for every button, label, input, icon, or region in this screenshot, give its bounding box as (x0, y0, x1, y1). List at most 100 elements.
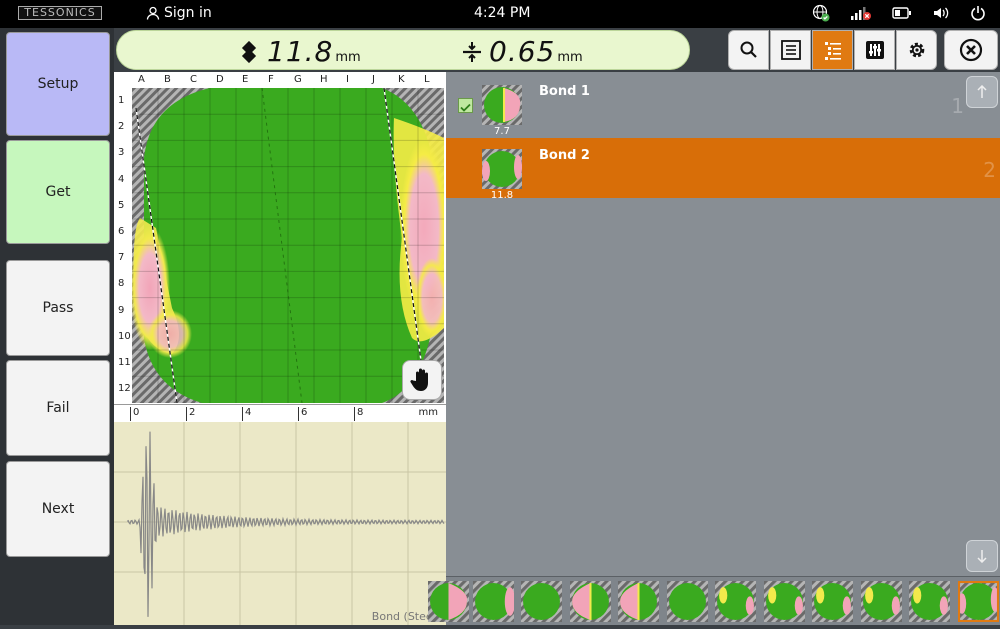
bond-value: 11.8 (490, 190, 514, 201)
system-status-icons (812, 4, 986, 22)
settings-button[interactable] (896, 30, 937, 70)
bond-list-item[interactable]: 7.7 Bond 1 1 (446, 74, 1000, 137)
thickness-readout: 11.8 mm (237, 35, 361, 68)
bond-list-panel: 7.7 Bond 1 1 11.8 Bond 2 2 (446, 72, 1000, 576)
globe-check-icon (812, 4, 830, 22)
bond-thumbnail (482, 149, 522, 189)
ruler-tick: 8 (354, 407, 363, 421)
ruler-tick: 0 (130, 407, 139, 421)
c-scan-image[interactable] (132, 88, 444, 403)
column-label: J (372, 74, 375, 85)
ruler-unit: mm (418, 407, 438, 418)
fail-button[interactable]: Fail (6, 360, 110, 456)
row-label: 6 (118, 226, 125, 237)
bond-thumbnail-strip (428, 576, 1000, 625)
column-label: K (398, 74, 405, 85)
indentation-unit: mm (557, 50, 583, 65)
clock: 4:24 PM (474, 5, 531, 21)
next-button[interactable]: Next (6, 461, 110, 557)
scroll-up-button[interactable] (966, 76, 998, 108)
strip-thumbnail[interactable] (428, 581, 469, 622)
column-header: A B C D E F G H I J K L (132, 73, 444, 88)
column-label: E (242, 74, 249, 85)
strip-thumbnail[interactable] (860, 581, 902, 622)
scroll-down-button[interactable] (966, 540, 998, 572)
main-toolbar (728, 30, 937, 70)
row-label: 4 (118, 173, 125, 185)
list-button[interactable] (770, 30, 811, 70)
bond-list-item-selected[interactable]: 11.8 Bond 2 2 (446, 138, 1000, 201)
column-label: A (138, 74, 145, 85)
thickness-unit: mm (335, 50, 361, 65)
strip-thumbnail[interactable] (569, 581, 611, 622)
pan-hand-button[interactable] (402, 360, 442, 400)
arrow-down-icon (977, 550, 987, 563)
column-label: B (164, 74, 171, 85)
column-label: D (216, 74, 224, 85)
bond-value: 7.7 (494, 126, 510, 137)
indentation-readout: 0.65 mm (461, 35, 583, 68)
ruler-tick: 6 (298, 407, 307, 421)
row-header: 1 2 3 4 5 6 7 8 9 10 11 12 (114, 88, 132, 404)
bond-index: 1 (951, 94, 964, 118)
arrow-up-icon (977, 85, 987, 98)
close-icon (959, 38, 983, 62)
strip-thumbnail[interactable] (666, 581, 708, 622)
adjust-button[interactable] (854, 30, 895, 70)
bond-thumbnail (482, 85, 522, 125)
row-label: 3 (118, 147, 125, 159)
a-scan-ruler: mm 0 2 4 6 8 (114, 404, 446, 422)
measurement-bar: 11.8 mm 0.65 mm (116, 30, 690, 70)
strip-thumbnail[interactable] (521, 581, 562, 622)
strip-thumbnail[interactable] (715, 581, 756, 622)
hand-icon (410, 368, 428, 391)
strip-thumbnail[interactable] (957, 581, 999, 622)
row-label: 7 (118, 252, 125, 264)
settings-icon (909, 42, 924, 58)
close-button[interactable] (944, 30, 998, 70)
sign-in-label: Sign in (164, 5, 212, 21)
setup-button[interactable]: Setup (6, 32, 110, 136)
row-label: 10 (118, 330, 131, 342)
bond-index: 2 (983, 158, 996, 182)
user-icon (146, 6, 160, 20)
adjust-icon (865, 41, 884, 59)
get-button[interactable]: Get (6, 140, 110, 244)
column-label: C (190, 74, 197, 85)
left-navigation: Setup Get Pass Fail Next (0, 28, 114, 625)
check-icon (460, 103, 471, 112)
indentation-value: 0.65 (489, 35, 556, 68)
row-label: 11 (118, 357, 131, 368)
search-button[interactable] (728, 30, 769, 70)
bond-list-button[interactable] (812, 30, 853, 70)
row-label: 8 (118, 278, 125, 290)
column-label: I (346, 74, 349, 85)
ruler-tick: 4 (242, 407, 251, 421)
bond-name: Bond 2 (539, 148, 590, 163)
column-label: G (294, 74, 302, 85)
strip-thumbnail[interactable] (909, 581, 950, 622)
indentation-icon (463, 41, 481, 62)
strip-thumbnail[interactable] (812, 581, 853, 622)
column-label: H (320, 74, 328, 85)
column-label: F (268, 74, 274, 85)
a-scan-waveform[interactable]: Bond (Steel) (114, 422, 446, 625)
row-label: 5 (118, 199, 125, 211)
strip-thumbnail[interactable] (472, 581, 514, 622)
bond-checkbox[interactable] (458, 98, 473, 113)
row-label: 2 (118, 121, 125, 133)
row-label: 9 (118, 304, 125, 316)
pass-button[interactable]: Pass (6, 260, 110, 356)
thickness-value: 11.8 (267, 35, 334, 68)
bond-name: Bond 1 (539, 84, 590, 99)
list-icon (780, 40, 801, 60)
strip-thumbnail[interactable] (763, 581, 805, 622)
sign-in-button[interactable]: Sign in (146, 5, 212, 21)
bond-list-icon (824, 42, 841, 60)
ruler-tick: 2 (186, 407, 195, 421)
strip-thumbnail[interactable] (618, 581, 659, 622)
top-status-bar: TESSONICS Sign in 4:24 PM (0, 0, 1000, 28)
signal-off-icon (851, 7, 871, 20)
power-icon[interactable] (970, 5, 986, 21)
volume-icon[interactable] (932, 5, 950, 21)
